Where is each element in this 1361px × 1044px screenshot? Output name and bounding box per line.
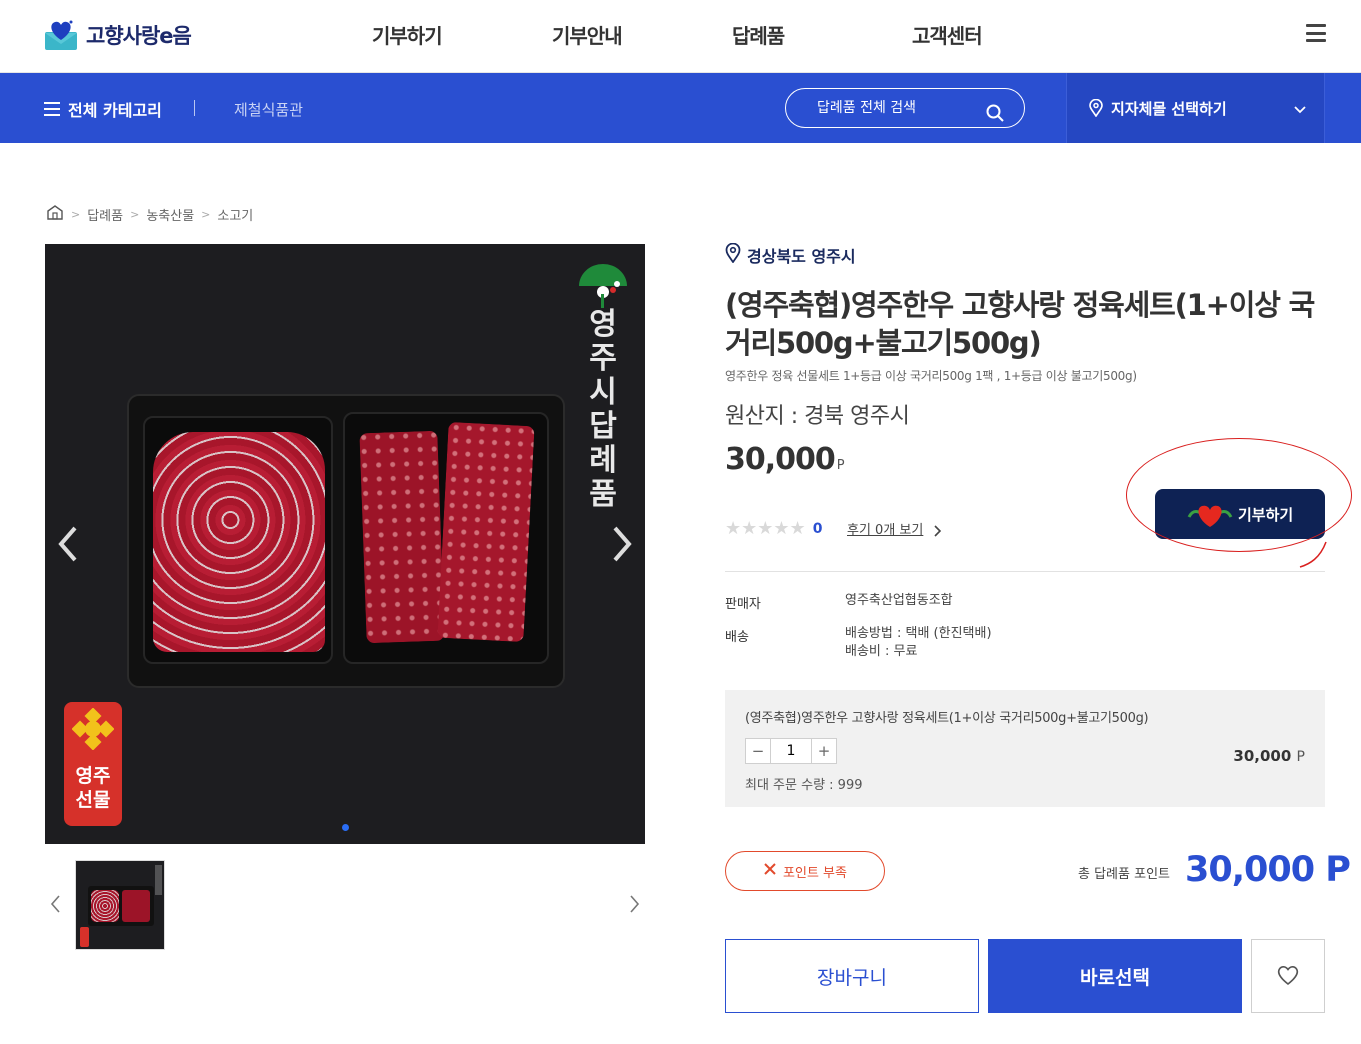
breadcrumb-gifts[interactable]: 답례품: [87, 205, 123, 224]
breadcrumb-separator: >: [201, 207, 211, 221]
nav-donation-guide[interactable]: 기부안내: [552, 20, 623, 49]
badge-text: 영주선물: [75, 765, 111, 811]
max-order-quantity: 최대 주문 수량 : 999: [745, 778, 863, 793]
thumbnail-prev-icon[interactable]: [48, 893, 64, 915]
breadcrumb-separator: >: [130, 207, 140, 221]
insufficient-points-label: 포인트 부족: [783, 865, 847, 881]
slide-indicator-dot[interactable]: [342, 824, 349, 831]
flower-emblem-icon: [71, 707, 115, 751]
wishlist-button[interactable]: [1251, 939, 1325, 1013]
shop-name-link[interactable]: 제철식품관: [234, 99, 303, 120]
option-price-unit: P: [1296, 749, 1305, 765]
home-icon[interactable]: [46, 204, 64, 224]
quantity-input[interactable]: [770, 739, 812, 763]
ground-beef: [153, 432, 325, 652]
breadcrumb-agriculture[interactable]: 농축산물: [146, 205, 194, 224]
all-categories-button[interactable]: 전체 카테고리: [44, 97, 162, 121]
heart-leaf-icon: [1185, 499, 1235, 533]
all-categories-label: 전체 카테고리: [68, 101, 162, 120]
nav-donate[interactable]: 기부하기: [372, 20, 443, 49]
top-header: 고향사랑e음 기부하기 기부안내 답례품 고객센터: [0, 0, 1361, 73]
product-region: 경상북도 영주시: [725, 242, 856, 267]
logo-text: 고향사랑e음: [86, 24, 192, 48]
yeongju-gift-badge: 영주선물: [64, 702, 122, 826]
review-link[interactable]: 후기 0개 보기: [847, 519, 923, 538]
rating-count: 0: [812, 520, 823, 537]
site-logo[interactable]: 고향사랑e음: [44, 16, 192, 54]
total-points-value: 30,000 P: [1185, 850, 1351, 890]
close-x-icon: [763, 862, 777, 880]
quantity-stepper: − +: [745, 738, 837, 764]
location-pin-icon: [725, 242, 741, 267]
donate-button-label: 기부하기: [1238, 506, 1294, 524]
nav-customer-center[interactable]: 고객센터: [912, 20, 983, 49]
option-price-value: 30,000: [1233, 747, 1292, 765]
region-label: 경상북도 영주시: [747, 247, 856, 266]
chevron-right-icon[interactable]: [932, 523, 942, 542]
heart-outline-icon: [1276, 964, 1300, 989]
divider: [725, 571, 1325, 572]
total-points-label: 총 답례품 포인트: [1078, 867, 1170, 882]
delivery-label: 배송: [725, 630, 749, 645]
nav-gifts[interactable]: 답례품: [732, 20, 785, 49]
heart-envelope-logo-icon: [44, 18, 78, 52]
category-bar: 전체 카테고리 제철식품관 지자체몰 선택하기: [0, 73, 1361, 143]
quantity-plus-button[interactable]: +: [812, 739, 836, 763]
thumbnail-next-icon[interactable]: [626, 893, 642, 915]
add-to-cart-button[interactable]: 장바구니: [725, 939, 979, 1013]
product-origin: 원산지 : 경북 영주시: [725, 404, 910, 429]
menu-hamburger-icon[interactable]: [1306, 24, 1326, 42]
breadcrumb-beef[interactable]: 소고기: [217, 205, 253, 224]
image-next-arrow-icon[interactable]: [607, 524, 637, 564]
price-unit: P: [836, 458, 845, 473]
region-select-label: 지자체몰 선택하기: [1111, 100, 1227, 118]
location-pin-icon: [1089, 98, 1103, 121]
selected-option-box: (영주축협)영주한우 고향사랑 정육세트(1+이상 국거리500g+불고기500…: [725, 690, 1325, 807]
gift-search-box: [785, 88, 1025, 128]
bulgogi-beef-left: [359, 430, 445, 644]
option-name: (영주축협)영주한우 고향사랑 정육세트(1+이상 국거리500g+불고기500…: [745, 711, 1149, 726]
product-description: 영주한우 정육 선물세트 1+등급 이상 국거리500g 1팩 , 1+등급 이…: [725, 369, 1137, 383]
product-price: 30,000 P: [725, 442, 845, 477]
price-value: 30,000: [725, 442, 836, 477]
insufficient-points-badge: 포인트 부족: [725, 851, 885, 891]
breadcrumb: > 답례품 > 농축산물 > 소고기: [46, 204, 253, 224]
annotation-tail: [1290, 540, 1330, 574]
bulgogi-beef-right: [437, 421, 535, 643]
rating-stars-icon: ★★★★★: [725, 518, 806, 539]
chevron-down-icon: [1293, 101, 1307, 119]
rating: ★★★★★ 0: [725, 518, 822, 539]
option-price: 30,000 P: [1233, 747, 1305, 765]
seller-value: 영주축산업협동조합: [845, 593, 953, 608]
image-prev-arrow-icon[interactable]: [53, 524, 83, 564]
donate-button[interactable]: 기부하기: [1155, 489, 1325, 539]
gift-search-input[interactable]: [817, 100, 987, 116]
product-thumbnail[interactable]: [75, 860, 165, 950]
delivery-fee: 배송비 : 무료: [845, 644, 918, 659]
quantity-minus-button[interactable]: −: [746, 739, 770, 763]
region-select-dropdown[interactable]: 지자체몰 선택하기: [1066, 73, 1325, 143]
vertical-brand-text: 영주시답례품: [589, 307, 617, 512]
yeongju-emblem-icon: [577, 264, 629, 312]
select-now-button[interactable]: 바로선택: [988, 939, 1242, 1013]
product-main-image: 영주시답례품 영주선물: [45, 244, 645, 844]
search-icon[interactable]: [986, 99, 1004, 122]
product-title: (영주축협)영주한우 고향사랑 정육세트(1+이상 국거리500g+불고기500…: [725, 288, 1315, 360]
breadcrumb-separator: >: [71, 207, 81, 221]
seller-label: 판매자: [725, 597, 761, 612]
delivery-method: 배송방법 : 택배 (한진택배): [845, 626, 992, 641]
menu-lines-icon: [44, 102, 60, 116]
divider: [194, 100, 195, 116]
